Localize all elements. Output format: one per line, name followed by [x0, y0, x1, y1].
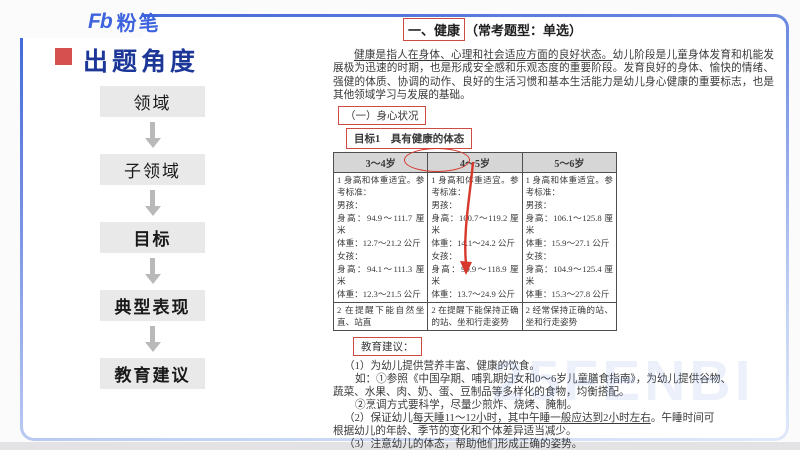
flowchart: 领域 子领域 目标 典型表现 教育建议	[100, 86, 205, 389]
table-standards-row: 1 身高和体重适宜。参考标准： 男孩： 身高：94.9～111.7 厘米 体重：…	[332, 171, 618, 303]
posture-cell-5-6: 2 经常保持正确的站、坐和行走姿势	[521, 301, 618, 332]
advice-line: ②烹调方式要科学，尽量少煎炸、烧烤、腌制。	[355, 400, 578, 412]
advice-line: 如：①参照《中国孕期、哺乳期妇女和0～6岁儿童膳食指南》，为幼儿提供谷物、	[355, 374, 732, 386]
doc-section-title: 一、健康 （常考题型：单选）	[403, 18, 774, 41]
doc-section-title-suffix: （常考题型：单选）	[465, 23, 583, 38]
table-header-4-5: 4～5岁	[404, 147, 523, 173]
down-arrow-icon	[100, 185, 205, 222]
slide: Fb 粉笔 出题角度 领域 子领域 目标 典型表现 教育建议 一、健康 （常考题…	[0, 0, 800, 450]
down-arrow-icon	[100, 117, 205, 154]
age-standards-table: 3～4岁 4～5岁 5～6岁 1 身高和体重适宜。参考标准： 男孩： 身高：94…	[332, 147, 618, 332]
intro-paragraph: 健康是指人在身体、心理和社会适应方面的良好状态。幼儿阶段是儿童身体发育和机能发展…	[333, 49, 774, 103]
table-header-5-6: 5～6岁	[521, 151, 618, 173]
posture-cell-4-5: 2 在提醒下能保持正确的站、坐和行走姿势	[427, 301, 523, 332]
down-arrow-icon	[100, 321, 205, 358]
page-title-row: 出题角度	[55, 42, 199, 78]
table-posture-row: 2 在提醒下能自然坐直、站直 2 在提醒下能保持正确的站、坐和行走姿势 2 经常…	[332, 301, 618, 332]
advice-line: （2）保证幼儿每天睡11～12小时，其中午睡一般应达到2小时左右。午睡时间可	[344, 413, 715, 425]
posture-cell-3-4: 2 在提醒下能自然坐直、站直	[332, 301, 429, 332]
table-header-row: 3～4岁 4～5岁 5～6岁	[332, 147, 618, 173]
flow-box-education-advice: 教育建议	[100, 358, 205, 389]
standards-cell-3-4: 1 身高和体重适宜。参考标准： 男孩： 身高：94.9～111.7 厘米 体重：…	[332, 171, 429, 303]
intro-underlined-sentence: 健康是指人在身体、心理和社会适应方面的良好状态。	[354, 50, 613, 61]
goal-label: 目标1 具有健康的体态	[346, 127, 473, 149]
standards-cell-4-5: 1 身高和体重适宜。参考标准： 男孩： 身高：100.7～119.2 厘米 体重…	[427, 171, 523, 303]
flow-box-typical-behavior: 典型表现	[100, 290, 205, 321]
advice-line: 根据幼儿的年龄、季节的变化和个体差异适当减少。	[333, 426, 577, 438]
education-advice-label: 教育建议：	[353, 337, 422, 357]
fenbi-logo-text: 粉笔	[116, 13, 161, 35]
advice-text-block: （1）为幼儿提供营养丰富、健康的饮食。 如：①参照《中国孕期、哺乳期妇女和0～6…	[333, 360, 774, 450]
table-header-3-4: 3～4岁	[332, 151, 429, 173]
advice-line: （3）注意幼儿的体态，帮助他们形成正确的姿势。	[344, 439, 583, 450]
flow-box-goal: 目标	[100, 222, 205, 253]
page-title: 出题角度	[83, 48, 200, 76]
red-square-bullet-icon	[55, 48, 72, 65]
flow-box-subdomain: 子领域	[100, 154, 205, 185]
red-box-annotation: 一、健康	[403, 18, 466, 41]
subsection-label: （一）身心状况	[338, 105, 426, 125]
standards-cell-5-6: 1 身高和体重适宜。参考标准： 男孩： 身高：106.1～125.8 厘米 体重…	[521, 171, 618, 303]
down-arrow-icon	[100, 253, 205, 290]
fenbi-logo-icon: Fb	[88, 9, 113, 33]
scanned-document: 一、健康 （常考题型：单选） 健康是指人在身体、心理和社会适应方面的良好状态。幼…	[332, 18, 774, 450]
advice-line: 蔬菜、水果、肉、奶、蛋、豆制品等多样化的食物，均衡搭配。	[333, 387, 630, 399]
flow-box-domain: 领域	[100, 86, 205, 117]
advice-line: （1）为幼儿提供营养丰富、健康的饮食。	[344, 361, 540, 373]
fenbi-logo: Fb 粉笔	[88, 7, 161, 36]
